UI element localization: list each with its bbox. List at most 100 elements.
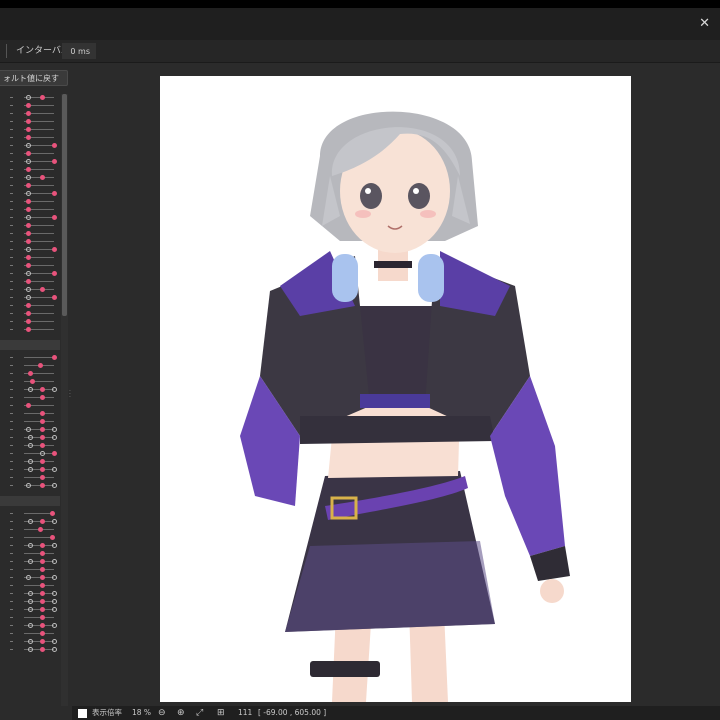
keyframe-dot[interactable] [52, 451, 57, 456]
keyframe-dot[interactable] [40, 95, 45, 100]
keyframe-dot[interactable] [52, 519, 57, 524]
parameter-row[interactable] [0, 450, 60, 458]
parameter-row[interactable] [0, 394, 60, 402]
keyframe-dot[interactable] [52, 559, 57, 564]
parameter-row[interactable] [0, 630, 60, 638]
keyframe-dot[interactable] [26, 247, 31, 252]
keyframe-dot[interactable] [40, 599, 45, 604]
keyframe-dot[interactable] [26, 263, 31, 268]
parameter-row[interactable] [0, 426, 60, 434]
keyframe-dot[interactable] [28, 591, 33, 596]
keyframe-dot[interactable] [28, 387, 33, 392]
keyframe-dot[interactable] [26, 119, 31, 124]
parameter-row[interactable] [0, 542, 60, 550]
keyframe-dot[interactable] [40, 543, 45, 548]
parameter-row[interactable] [0, 214, 60, 222]
keyframe-dot[interactable] [26, 403, 31, 408]
keyframe-dot[interactable] [28, 599, 33, 604]
keyframe-dot[interactable] [52, 543, 57, 548]
parameter-row[interactable] [0, 246, 60, 254]
parameter-row[interactable] [0, 362, 60, 370]
parameter-row[interactable] [0, 278, 60, 286]
parameter-slider-track[interactable] [24, 477, 54, 478]
parameter-row[interactable] [0, 254, 60, 262]
keyframe-dot[interactable] [26, 303, 31, 308]
keyframe-dot[interactable] [40, 467, 45, 472]
keyframe-dot[interactable] [52, 271, 57, 276]
keyframe-dot[interactable] [26, 159, 31, 164]
keyframe-dot[interactable] [52, 191, 57, 196]
parameter-row[interactable] [0, 174, 60, 182]
zoom-out-icon[interactable]: ⊖ [158, 706, 166, 720]
parameter-row[interactable] [0, 150, 60, 158]
parameter-row[interactable] [0, 434, 60, 442]
keyframe-dot[interactable] [52, 623, 57, 628]
group-divider[interactable] [0, 340, 60, 350]
keyframe-dot[interactable] [28, 443, 33, 448]
keyframe-dot[interactable] [40, 615, 45, 620]
keyframe-dot[interactable] [28, 607, 33, 612]
keyframe-dot[interactable] [40, 623, 45, 628]
keyframe-dot[interactable] [40, 583, 45, 588]
panel-resize-handle[interactable]: · · · [69, 389, 72, 401]
parameter-row[interactable] [0, 206, 60, 214]
parameter-slider-track[interactable] [24, 421, 54, 422]
parameter-row[interactable] [0, 230, 60, 238]
canvas[interactable] [160, 76, 631, 702]
parameter-slider-track[interactable] [24, 569, 54, 570]
parameter-row[interactable] [0, 94, 60, 102]
keyframe-dot[interactable] [26, 111, 31, 116]
keyframe-dot[interactable] [26, 279, 31, 284]
keyframe-dot[interactable] [26, 575, 31, 580]
parameter-row[interactable] [0, 582, 60, 590]
parameter-row[interactable] [0, 590, 60, 598]
parameter-slider-track[interactable] [24, 585, 54, 586]
keyframe-dot[interactable] [28, 647, 33, 652]
keyframe-dot[interactable] [26, 327, 31, 332]
keyframe-dot[interactable] [26, 175, 31, 180]
keyframe-dot[interactable] [52, 639, 57, 644]
keyframe-dot[interactable] [26, 207, 31, 212]
parameter-row[interactable] [0, 354, 60, 362]
parameter-row[interactable] [0, 182, 60, 190]
keyframe-dot[interactable] [40, 443, 45, 448]
parameter-row[interactable] [0, 402, 60, 410]
keyframe-dot[interactable] [26, 143, 31, 148]
close-icon[interactable]: ✕ [699, 8, 710, 40]
parameter-slider-track[interactable] [24, 453, 54, 454]
parameter-slider-track[interactable] [24, 633, 54, 634]
keyframe-dot[interactable] [26, 223, 31, 228]
keyframe-dot[interactable] [52, 215, 57, 220]
group-divider[interactable] [0, 496, 60, 506]
keyframe-dot[interactable] [26, 191, 31, 196]
keyframe-dot[interactable] [28, 519, 33, 524]
keyframe-dot[interactable] [38, 363, 43, 368]
parameter-row[interactable] [0, 442, 60, 450]
keyframe-dot[interactable] [26, 151, 31, 156]
parameter-slider-track[interactable] [24, 617, 54, 618]
parameter-row[interactable] [0, 262, 60, 270]
keyframe-dot[interactable] [26, 427, 31, 432]
parameter-row[interactable] [0, 118, 60, 126]
parameter-row[interactable] [0, 638, 60, 646]
keyframe-dot[interactable] [50, 511, 55, 516]
keyframe-dot[interactable] [52, 467, 57, 472]
parameter-row[interactable] [0, 270, 60, 278]
keyframe-dot[interactable] [26, 255, 31, 260]
keyframe-dot[interactable] [26, 215, 31, 220]
parameter-row[interactable] [0, 110, 60, 118]
parameter-row[interactable] [0, 326, 60, 334]
keyframe-dot[interactable] [40, 483, 45, 488]
keyframe-dot[interactable] [52, 295, 57, 300]
parameter-row[interactable] [0, 482, 60, 490]
keyframe-dot[interactable] [40, 591, 45, 596]
keyframe-dot[interactable] [40, 451, 45, 456]
parameter-slider-track[interactable] [24, 397, 54, 398]
parameter-row[interactable] [0, 302, 60, 310]
keyframe-dot[interactable] [52, 483, 57, 488]
keyframe-dot[interactable] [26, 183, 31, 188]
parameter-row[interactable] [0, 518, 60, 526]
keyframe-dot[interactable] [40, 639, 45, 644]
parameter-row[interactable] [0, 534, 60, 542]
zoom-in-icon[interactable]: ⊕ [177, 706, 185, 720]
